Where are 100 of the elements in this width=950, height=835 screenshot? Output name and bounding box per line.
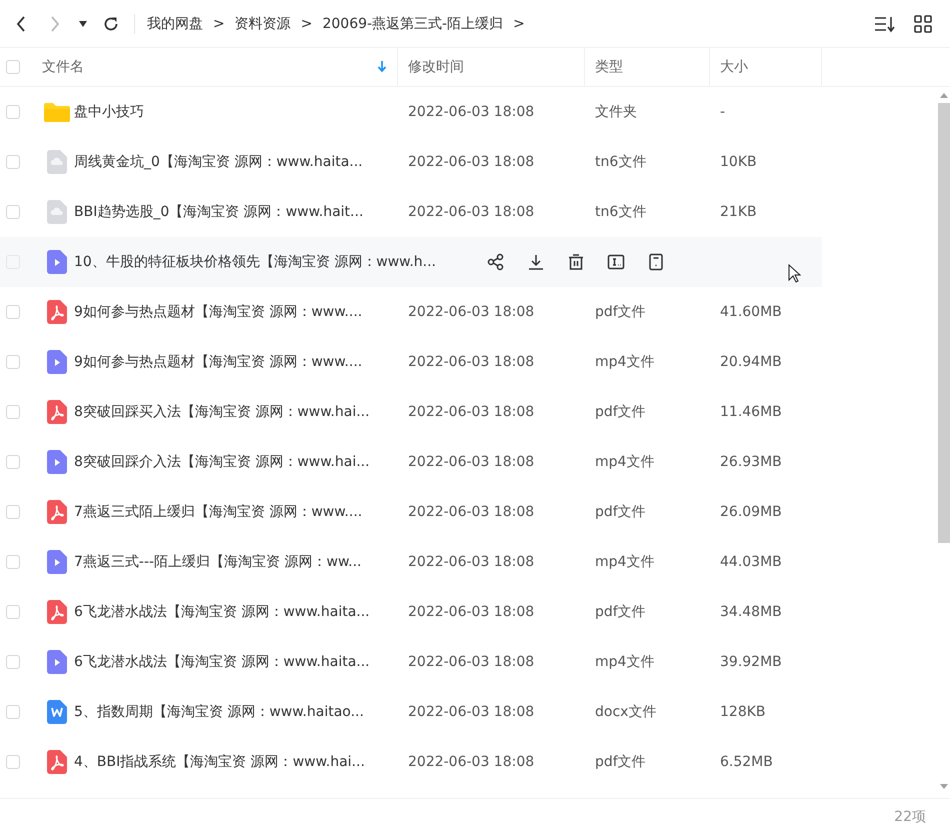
breadcrumb-item[interactable]: 资料资源 [234, 14, 291, 32]
word-file-icon [47, 700, 67, 724]
modified-time: 2022-06-03 18:08 [408, 704, 534, 720]
row-checkbox[interactable] [6, 705, 20, 719]
file-name[interactable]: 8突破回踩买入法【海淘宝资 源网：www.hai... [74, 404, 370, 420]
file-size: 34.48MB [720, 604, 782, 620]
row-checkbox[interactable] [6, 455, 20, 469]
file-type: pdf文件 [595, 304, 646, 320]
breadcrumb-item[interactable]: 20069-燕返第三式-陌上缓归 [322, 14, 504, 32]
file-size: 26.09MB [720, 504, 782, 520]
modified-time: 2022-06-03 18:08 [408, 154, 534, 170]
folder-icon [44, 102, 70, 122]
row-checkbox[interactable] [6, 205, 20, 219]
grid-view-icon[interactable] [914, 14, 932, 32]
column-header[interactable]: 文件名 [42, 58, 84, 76]
item-count: 22项 [894, 808, 926, 826]
file-name[interactable]: 7燕返三式---陌上缓归【海淘宝资 源网：ww... [74, 554, 362, 570]
column-header[interactable]: 修改时间 [408, 58, 464, 76]
share-icon[interactable] [487, 253, 505, 271]
pdf-file-icon [47, 300, 67, 324]
modified-time: 2022-06-03 18:08 [408, 304, 534, 320]
forward-icon[interactable] [50, 16, 60, 32]
file-size: 20.94MB [720, 354, 782, 370]
select-all-checkbox[interactable] [6, 60, 20, 74]
file-type: mp4文件 [595, 654, 654, 670]
file-name[interactable]: 4、BBI指战系统【海淘宝资 源网：www.hai... [74, 754, 365, 770]
row-checkbox[interactable] [6, 655, 20, 669]
row-checkbox[interactable] [6, 755, 20, 769]
back-icon[interactable] [16, 16, 26, 32]
modified-time: 2022-06-03 18:08 [408, 204, 534, 220]
pdf-file-icon [47, 750, 67, 774]
file-name[interactable]: BBI趋势选股_0【海淘宝资 源网：www.hait... [74, 204, 364, 220]
file-type: mp4文件 [595, 554, 654, 570]
file-type: mp4文件 [595, 454, 654, 470]
video-file-icon [47, 350, 67, 374]
file-type: pdf文件 [595, 604, 646, 620]
more-icon[interactable] [647, 253, 665, 271]
modified-time: 2022-06-03 18:08 [408, 504, 534, 520]
file-size: 128KB [720, 704, 766, 720]
file-type: pdf文件 [595, 404, 646, 420]
modified-time: 2022-06-03 18:08 [408, 654, 534, 670]
file-name[interactable]: 6飞龙潜水战法【海淘宝资 源网：www.haita... [74, 654, 370, 670]
modified-time: 2022-06-03 18:08 [408, 554, 534, 570]
file-type: mp4文件 [595, 354, 654, 370]
row-checkbox[interactable] [6, 355, 20, 369]
breadcrumb-separator: > [213, 16, 225, 32]
file-name[interactable]: 5、指数周期【海淘宝资 源网：www.haitao... [74, 704, 364, 720]
row-checkbox[interactable] [6, 105, 20, 119]
file-name[interactable]: 6飞龙潜水战法【海淘宝资 源网：www.haita... [74, 604, 370, 620]
sort-icon[interactable] [874, 14, 896, 32]
file-size: 44.03MB [720, 554, 782, 570]
file-size: 39.92MB [720, 654, 782, 670]
file-name[interactable]: 8突破回踩介入法【海淘宝资 源网：www.hai... [74, 454, 370, 470]
file-type: 文件夹 [595, 104, 637, 120]
cloud-file-icon [47, 200, 67, 224]
download-icon[interactable] [527, 253, 545, 271]
file-type: pdf文件 [595, 504, 646, 520]
refresh-icon[interactable] [103, 16, 119, 32]
modified-time: 2022-06-03 18:08 [408, 454, 534, 470]
file-name[interactable]: 10、牛股的特征板块价格领先【海淘宝资 源网：www.h... [74, 254, 436, 270]
file-name[interactable]: 周线黄金坑_0【海淘宝资 源网：www.haita... [74, 154, 363, 170]
modified-time: 2022-06-03 18:08 [408, 354, 534, 370]
column-header[interactable]: 大小 [720, 58, 748, 76]
row-checkbox[interactable] [6, 505, 20, 519]
file-size: 10KB [720, 154, 757, 170]
file-size: 26.93MB [720, 454, 782, 470]
file-size: 21KB [720, 204, 757, 220]
file-type: pdf文件 [595, 754, 646, 770]
file-name[interactable]: 7燕返三式陌上缓归【海淘宝资 源网：www.... [74, 504, 362, 520]
pdf-file-icon [47, 500, 67, 524]
row-checkbox[interactable] [6, 305, 20, 319]
file-name[interactable]: 盘中小技巧 [74, 104, 144, 120]
video-file-icon [47, 550, 67, 574]
delete-icon[interactable] [567, 253, 585, 271]
file-name[interactable]: 9如何参与热点题材【海淘宝资 源网：www.... [74, 304, 362, 320]
cloud-file-icon [47, 150, 67, 174]
row-checkbox[interactable] [6, 555, 20, 569]
file-size: 11.46MB [720, 404, 782, 420]
file-type: docx文件 [595, 704, 656, 720]
file-size: 6.52MB [720, 754, 773, 770]
video-file-icon [47, 450, 67, 474]
column-header[interactable]: 类型 [595, 58, 623, 76]
row-checkbox[interactable] [6, 605, 20, 619]
modified-time: 2022-06-03 18:08 [408, 404, 534, 420]
video-file-icon [47, 250, 67, 274]
row-checkbox[interactable] [6, 155, 20, 169]
cursor-icon [788, 264, 802, 284]
modified-time: 2022-06-03 18:08 [408, 104, 534, 120]
file-name[interactable]: 9如何参与热点题材【海淘宝资 源网：www.... [74, 354, 362, 370]
modified-time: 2022-06-03 18:08 [408, 754, 534, 770]
pdf-file-icon [47, 400, 67, 424]
file-size: 41.60MB [720, 304, 782, 320]
pdf-file-icon [47, 600, 67, 624]
rename-icon[interactable] [607, 253, 625, 271]
row-checkbox[interactable] [6, 405, 20, 419]
file-type: tn6文件 [595, 204, 646, 220]
breadcrumb-item[interactable]: 我的网盘 [147, 14, 203, 32]
dropdown-caret-icon[interactable] [79, 20, 87, 26]
breadcrumb-separator: > [300, 16, 312, 32]
breadcrumb-separator: > [513, 16, 525, 32]
